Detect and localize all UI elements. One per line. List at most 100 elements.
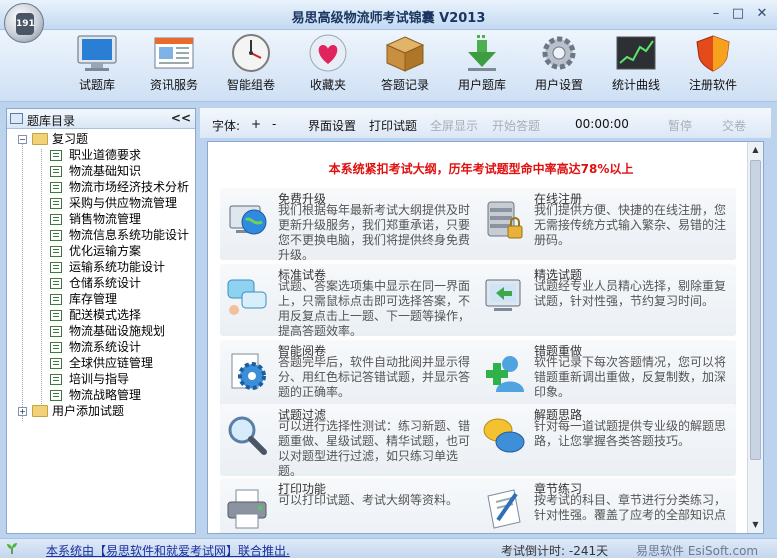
- chapter-list-icon: [50, 166, 62, 177]
- fullscreen-button[interactable]: 全屏显示: [430, 117, 478, 134]
- feature-redo-wrong: 错题重做 软件记录下每次答题情况，您可以将错题重新调出重做，反复制数，加深印象。: [476, 340, 736, 412]
- start-answer-button[interactable]: 开始答题: [492, 117, 540, 134]
- tree-node-chapter[interactable]: 仓储系统设计: [7, 275, 195, 291]
- toolbar-question-bank-button[interactable]: 试题库: [60, 32, 134, 100]
- chapter-list-icon: [50, 342, 62, 353]
- scroll-down-icon[interactable]: ▼: [748, 517, 763, 533]
- tree-node-chapter[interactable]: 运输系统功能设计: [7, 259, 195, 275]
- tree-collapse-toggle[interactable]: −: [18, 135, 27, 144]
- close-button[interactable]: ✕: [752, 5, 772, 23]
- catalog-tree: − 复习题 职业道德要求 物流基础知识 物流市场经济技术分析 采购与供应物流管理 销售物…: [7, 129, 195, 421]
- feature-question-filter: 试题过滤 可以进行选择性测试：练习新题、错题重做、星级试题、精华试题，也可以对题…: [220, 404, 480, 478]
- feature-selected-questions: 精选试题 试题经专业人员精心选择，剔除重复试题，针对性强，节约复习时间。: [476, 264, 736, 336]
- toolbar-user-settings-button[interactable]: 用户设置: [522, 32, 596, 100]
- toolbar-news-button[interactable]: 资讯服务: [137, 32, 211, 100]
- shield-icon: [696, 35, 730, 72]
- feature-solution-ideas: 解题思路 针对每一道试题提供专业级的解题思路，让您掌握各类答题技巧。: [476, 404, 736, 476]
- green-plus-icon: [486, 356, 524, 392]
- tree-node-chapter[interactable]: 职业道德要求: [7, 147, 195, 163]
- sprout-icon: [7, 543, 17, 554]
- tree-node-user-added[interactable]: + 用户添加试题: [7, 403, 195, 419]
- title-bar: 易思高级物流师考试锦囊 V2013 – □ ✕: [0, 0, 777, 30]
- toolbar-statistics-button[interactable]: 统计曲线: [599, 32, 673, 100]
- toolbar-favorites-button[interactable]: 收藏夹: [291, 32, 365, 100]
- tree-node-chapter[interactable]: 培训与指导: [7, 371, 195, 387]
- pause-button[interactable]: 暂停: [668, 117, 692, 134]
- scroll-up-icon[interactable]: ▲: [748, 142, 763, 158]
- printer-icon: [227, 489, 267, 529]
- gear-icon: [542, 36, 576, 70]
- folder-icon: [32, 405, 48, 417]
- tree-node-chapter[interactable]: 配送模式选择: [7, 307, 195, 323]
- folder-icon: [32, 133, 48, 145]
- tree-expand-toggle[interactable]: +: [18, 407, 27, 416]
- font-label: 字体:: [212, 119, 241, 133]
- scroll-thumb[interactable]: [750, 160, 761, 460]
- chapter-list-icon: [50, 294, 62, 305]
- chapter-list-icon: [50, 246, 62, 257]
- credit-link[interactable]: 本系统由【易思软件和就爱考试网】联合推出.: [46, 542, 290, 558]
- catalog-title: 题库目录: [27, 114, 76, 128]
- chat-bubbles-icon: [227, 279, 267, 315]
- chapter-list-icon: [50, 230, 62, 241]
- catalog-icon: [10, 113, 23, 124]
- intro-content-panel: 本系统紧扣考试大纲，历年考试题型命中率高达78%以上 免费升级 我们根据每年最新…: [207, 141, 764, 534]
- font-increase-button[interactable]: +: [251, 117, 261, 131]
- feature-standard-paper: 标准试卷 试题、答案选项集中显示在同一界面上，只需鼠标点击即可选择答案，不用反复…: [220, 264, 480, 338]
- monitor-icon: [77, 35, 117, 71]
- tree-node-chapter[interactable]: 物流基础设施规划: [7, 323, 195, 339]
- chapter-list-icon: [50, 278, 62, 289]
- app-logo-icon[interactable]: 191: [4, 3, 44, 43]
- chapter-list-icon: [50, 182, 62, 193]
- exam-toolbar: 字体: + - 界面设置 打印试题 全屏显示 开始答题 00:00:00 暂停 …: [200, 108, 771, 138]
- tree-node-chapter[interactable]: 物流系统设计: [7, 339, 195, 355]
- tree-node-chapter[interactable]: 物流基础知识: [7, 163, 195, 179]
- magnifier-icon: [228, 416, 267, 455]
- feature-free-upgrade: 免费升级 我们根据每年最新考试大纲提供及时更新升级服务，我们郑重承诺，只要您不更…: [220, 188, 480, 262]
- tree-node-chapter[interactable]: 销售物流管理: [7, 211, 195, 227]
- tree-node-chapter[interactable]: 物流战略管理: [7, 387, 195, 403]
- minimize-button[interactable]: –: [706, 5, 726, 23]
- globe-computer-icon: [229, 205, 267, 235]
- collapse-pane-button[interactable]: <<: [171, 111, 191, 125]
- clock-icon: [232, 34, 270, 72]
- toolbar-user-bank-button[interactable]: 用户题库: [445, 32, 519, 100]
- box-icon: [385, 36, 425, 72]
- tree-node-chapter[interactable]: 采购与供应物流管理: [7, 195, 195, 211]
- tree-node-chapter[interactable]: 全球供应链管理: [7, 355, 195, 371]
- tree-node-chapter[interactable]: 物流信息系统功能设计: [7, 227, 195, 243]
- maximize-button[interactable]: □: [728, 5, 748, 23]
- chart-icon: [616, 36, 656, 70]
- tree-node-review[interactable]: − 复习题: [7, 131, 195, 147]
- toolbar-answer-record-button[interactable]: 答题记录: [368, 32, 442, 100]
- chapter-list-icon: [50, 198, 62, 209]
- print-questions-button[interactable]: 打印试题: [369, 117, 417, 134]
- heart-icon: [309, 34, 347, 72]
- feature-smart-grading: 智能阅卷 答题完毕后，软件自动批阅并显示得分、用红色标记答错试题，并显示答题的正…: [220, 340, 480, 412]
- question-catalog-pane: 题库目录 << − 复习题 职业道德要求 物流基础知识 物流市场经济技术分析 采购与供…: [6, 108, 196, 534]
- news-window-icon: [154, 37, 194, 69]
- toolbar-register-button[interactable]: 注册软件: [676, 32, 750, 100]
- brand-watermark: 易思软件 EsiSoft.com: [636, 544, 759, 558]
- window-title: 易思高级物流师考试锦囊 V2013: [291, 11, 486, 26]
- ui-settings-button[interactable]: 界面设置: [308, 117, 356, 134]
- tree-node-chapter[interactable]: 库存管理: [7, 291, 195, 307]
- chat-yellow-icon: [483, 418, 525, 453]
- tree-node-chapter[interactable]: 物流市场经济技术分析: [7, 179, 195, 195]
- download-arrow-icon: [468, 35, 496, 71]
- chapter-list-icon: [50, 150, 62, 161]
- exam-countdown: 考试倒计时: -241天: [501, 544, 609, 558]
- feature-online-register: 在线注册 我们提供方便、快捷的在线注册，您无需接传统方式输入繁杂、易错的注册码。: [476, 188, 736, 260]
- monitor-refresh-icon: [485, 279, 521, 311]
- chapter-list-icon: [50, 358, 62, 369]
- catalog-header: 题库目录 <<: [7, 109, 195, 129]
- toolbar-smart-paper-button[interactable]: 智能组卷: [214, 32, 288, 100]
- exam-timer: 00:00:00: [575, 117, 629, 131]
- font-decrease-button[interactable]: -: [272, 117, 276, 131]
- chapter-list-icon: [50, 374, 62, 385]
- tree-node-chapter[interactable]: 优化运输方案: [7, 243, 195, 259]
- gear-document-icon: [231, 353, 266, 390]
- content-scrollbar[interactable]: ▲ ▼: [747, 142, 763, 533]
- feature-chapter-practice: 章节练习 按考试的科目、章节进行分类练习，针对性强。覆盖了应考的全部知识点: [476, 478, 736, 533]
- submit-button[interactable]: 交卷: [722, 117, 746, 134]
